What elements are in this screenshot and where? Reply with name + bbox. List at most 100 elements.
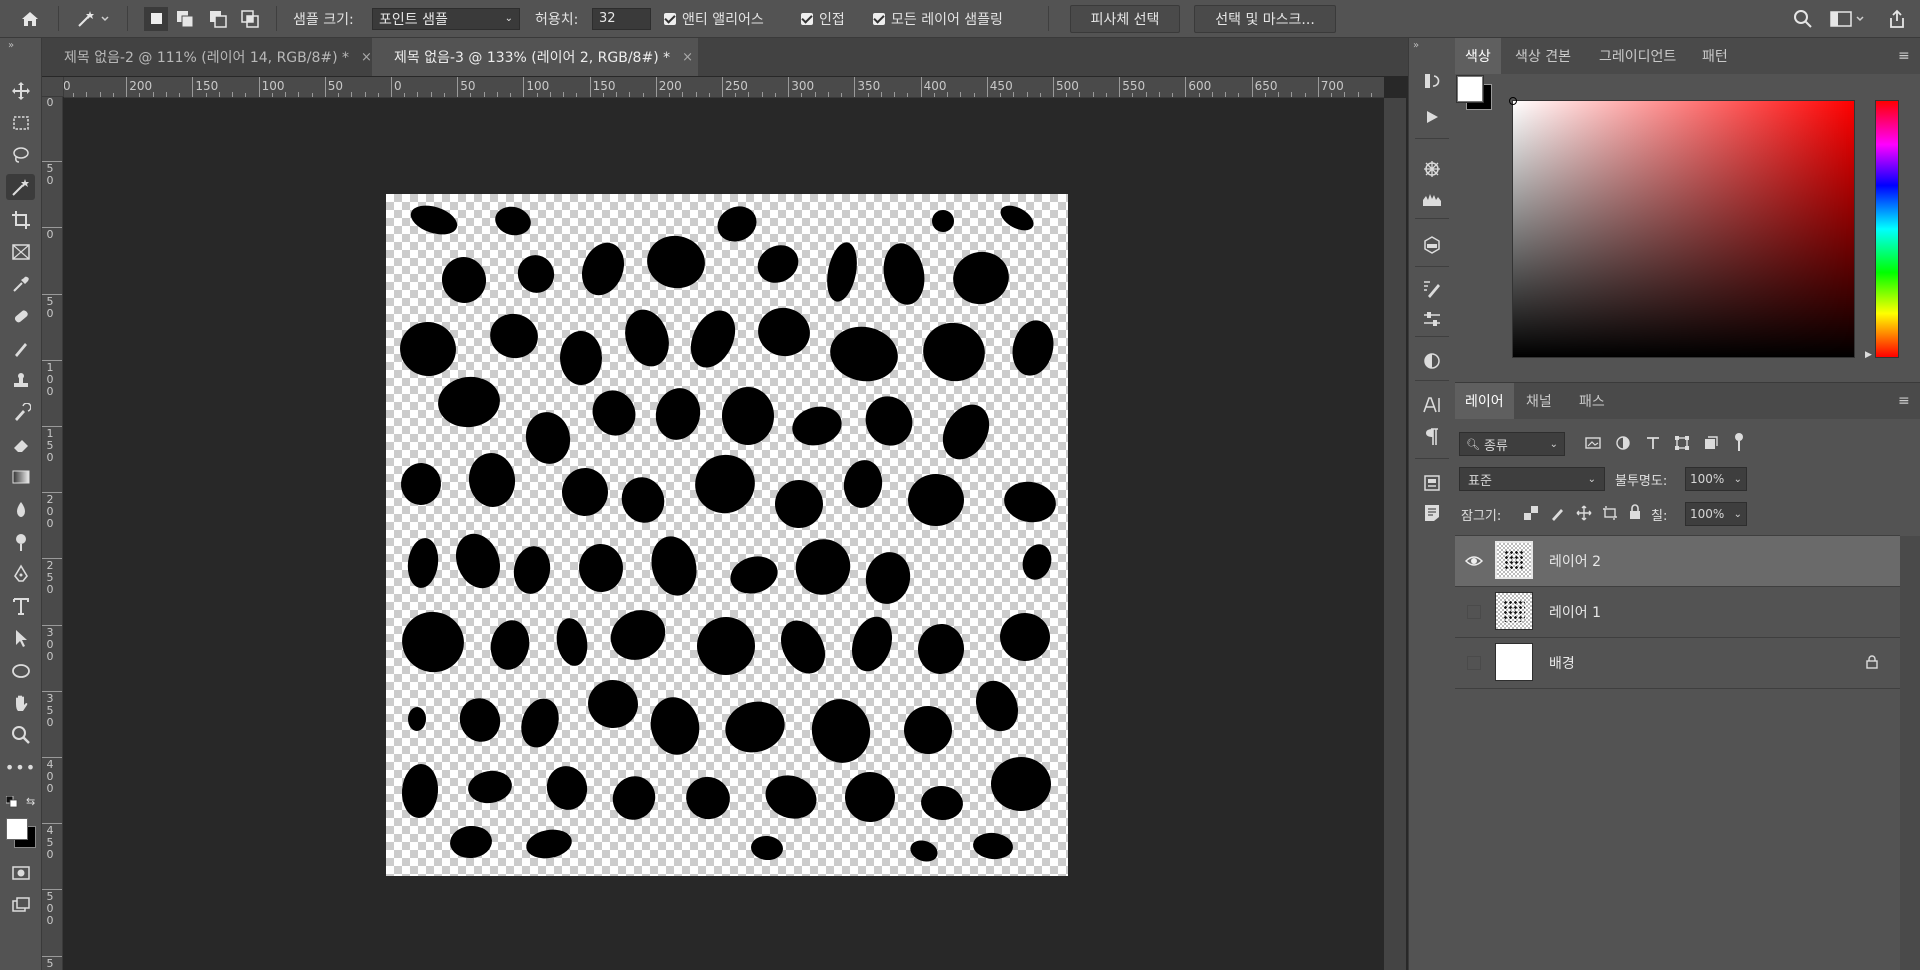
layer-name[interactable]: 배경 (1549, 653, 1575, 673)
type-tool-icon[interactable] (6, 593, 35, 619)
opacity-input[interactable]: 100% ⌄ (1685, 467, 1747, 491)
contiguous-checkbox[interactable]: 인접 (801, 0, 845, 37)
layers-scrollbar[interactable] (1900, 536, 1920, 970)
vertical-scrollbar[interactable] (1384, 98, 1406, 970)
filter-adjustment-icon[interactable] (1615, 435, 1631, 455)
intersect-selection-icon[interactable] (240, 0, 260, 37)
crop-tool-icon[interactable] (6, 207, 35, 233)
more-tools-icon[interactable]: ••• (5, 754, 35, 780)
visibility-toggle-off[interactable] (1467, 656, 1481, 670)
new-selection-icon[interactable] (144, 0, 168, 37)
lock-transparent-pixels-icon[interactable] (1524, 506, 1538, 524)
default-colors-icon[interactable] (5, 795, 18, 812)
hue-slider-handle[interactable]: ▶ (1865, 350, 1872, 360)
layer-name[interactable]: 레이어 1 (1549, 602, 1601, 622)
history-brush-tool-icon[interactable] (6, 400, 35, 426)
paragraph-panel-icon[interactable] (1421, 426, 1443, 448)
eyedropper-tool-icon[interactable] (6, 271, 35, 297)
lock-artboard-icon[interactable] (1602, 505, 1618, 525)
healing-brush-tool-icon[interactable] (6, 303, 35, 329)
panel-menu-icon[interactable]: ≡ (1898, 48, 1910, 64)
color-spectrum-field[interactable] (1512, 100, 1855, 358)
filter-toggle-icon[interactable] (1735, 433, 1743, 441)
brush-tool-icon[interactable] (6, 336, 35, 362)
layer-row-background[interactable]: 배경 (1455, 638, 1900, 688)
blur-tool-icon[interactable] (6, 497, 35, 523)
3d-panel-icon[interactable] (1421, 234, 1443, 256)
layer-name[interactable]: 레이어 2 (1549, 551, 1601, 571)
search-icon[interactable] (1793, 0, 1813, 37)
magic-wand-tool-icon[interactable] (6, 174, 35, 200)
tab-swatches[interactable]: 색상 견본 (1505, 38, 1581, 74)
swap-colors-icon[interactable]: ⇆ (26, 795, 35, 808)
tab-layers[interactable]: 레이어 (1455, 383, 1514, 419)
magic-wand-tool-preset-icon[interactable] (76, 0, 110, 37)
layer-filter-select[interactable]: 🔍︎ 종류 ⌄ (1459, 432, 1565, 456)
filter-pixel-icon[interactable] (1585, 435, 1601, 455)
blend-mode-select[interactable]: 표준 ⌄ (1459, 467, 1605, 491)
marquee-tool-icon[interactable] (6, 110, 35, 136)
home-icon[interactable] (20, 0, 40, 37)
dodge-tool-icon[interactable] (6, 529, 35, 555)
select-and-mask-button[interactable]: 선택 및 마스크... (1194, 4, 1336, 33)
zoom-tool-icon[interactable] (6, 722, 35, 748)
tab-color[interactable]: 색상 (1455, 38, 1501, 74)
visibility-eye-icon[interactable] (1465, 552, 1483, 570)
filter-shape-icon[interactable] (1674, 435, 1690, 455)
foreground-color-swatch[interactable] (6, 818, 28, 840)
pen-tool-icon[interactable] (6, 561, 35, 587)
frame-tool-icon[interactable] (6, 239, 35, 265)
panel-menu-icon[interactable]: ≡ (1898, 393, 1910, 409)
workspace-icon[interactable] (1830, 0, 1866, 37)
layer-row-layer-1[interactable]: 레이어 1 (1455, 587, 1900, 637)
collapse-icon[interactable]: » (8, 40, 14, 51)
subtract-from-selection-icon[interactable] (208, 0, 228, 37)
lock-image-pixels-icon[interactable] (1550, 505, 1566, 525)
lock-all-icon[interactable] (1628, 504, 1642, 524)
add-to-selection-icon[interactable] (175, 0, 195, 37)
collapse-icon[interactable]: » (1413, 40, 1419, 51)
close-icon[interactable]: × (361, 50, 372, 65)
close-icon[interactable]: × (682, 50, 693, 65)
path-selection-tool-icon[interactable] (6, 625, 35, 651)
fill-input[interactable]: 100% ⌄ (1685, 502, 1747, 526)
histogram-icon[interactable] (1421, 188, 1443, 210)
clone-stamp-tool-icon[interactable] (6, 368, 35, 394)
gradient-tool-icon[interactable] (6, 464, 35, 490)
quick-mask-icon[interactable] (6, 860, 35, 886)
character-panel-icon[interactable] (1421, 394, 1443, 416)
sample-size-select[interactable]: 포인트 샘플 ⌄ (372, 7, 520, 30)
move-tool-icon[interactable] (6, 78, 35, 104)
notes-icon[interactable] (1421, 502, 1443, 524)
tab-gradients[interactable]: 그레이디언트 (1589, 38, 1686, 74)
history-panel-icon[interactable] (1421, 70, 1443, 92)
filter-type-icon[interactable] (1645, 435, 1661, 455)
share-icon[interactable] (1887, 0, 1907, 37)
navigator-wheel-icon[interactable] (1421, 158, 1443, 180)
ellipse-tool-icon[interactable] (6, 658, 35, 684)
antialias-checkbox[interactable]: 앤티 앨리어스 (664, 0, 764, 37)
document-canvas[interactable] (386, 194, 1068, 876)
sample-all-layers-checkbox[interactable]: 모든 레이어 샘플링 (873, 0, 1003, 37)
visibility-toggle-off[interactable] (1467, 605, 1481, 619)
tolerance-input[interactable]: 32 (592, 7, 651, 30)
libraries-icon[interactable] (1421, 472, 1443, 494)
hand-tool-icon[interactable] (6, 690, 35, 716)
color-picker-handle[interactable] (1509, 97, 1517, 105)
adjustments-sliders-icon[interactable] (1421, 308, 1443, 330)
tab-document-3[interactable]: 제목 없음-3 @ 133% (레이어 2, RGB/8#) * × (372, 38, 698, 76)
screen-mode-icon[interactable] (6, 892, 35, 918)
eraser-tool-icon[interactable] (6, 432, 35, 458)
brush-settings-icon[interactable] (1421, 278, 1443, 300)
actions-play-icon[interactable] (1421, 106, 1443, 128)
tab-patterns[interactable]: 패턴 (1692, 38, 1738, 74)
select-subject-button[interactable]: 피사체 선택 (1070, 4, 1180, 33)
lock-position-icon[interactable] (1576, 505, 1592, 525)
adjustments-panel-icon[interactable] (1421, 350, 1443, 372)
lasso-tool-icon[interactable] (6, 142, 35, 168)
layer-row-layer-2[interactable]: 레이어 2 (1455, 536, 1900, 586)
filter-smart-object-icon[interactable] (1703, 435, 1719, 455)
tab-paths[interactable]: 패스 (1569, 383, 1615, 419)
tab-channels[interactable]: 채널 (1516, 383, 1562, 419)
color-panel-foreground-swatch[interactable] (1456, 75, 1484, 103)
